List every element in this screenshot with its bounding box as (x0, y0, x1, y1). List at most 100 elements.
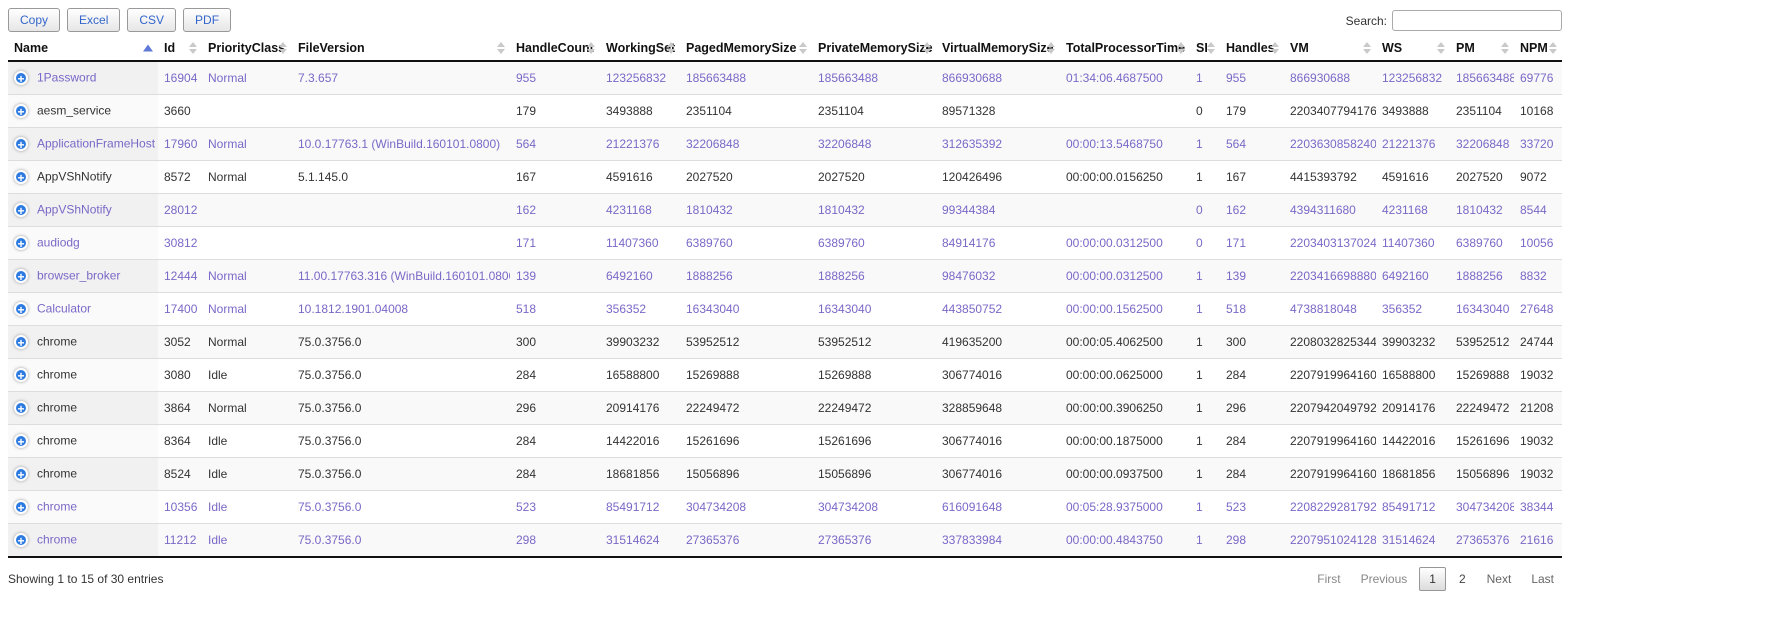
cell-privatememorysize: 22249472 (812, 392, 936, 425)
page-button-2[interactable]: 2 (1450, 568, 1475, 590)
csv-button[interactable]: CSV (127, 8, 176, 32)
column-header-workingset[interactable]: WorkingSet (600, 36, 680, 61)
column-header-si[interactable]: SI (1190, 36, 1220, 61)
entries-info: Showing 1 to 15 of 30 entries (8, 572, 163, 586)
column-header-label: PrivateMemorySize (818, 41, 933, 55)
table-row: +chrome8524Idle75.0.3756.028418681856150… (8, 458, 1562, 491)
cell-id: 28012 (158, 194, 202, 227)
column-header-handles[interactable]: Handles (1220, 36, 1284, 61)
expand-row-icon[interactable]: + (14, 302, 28, 316)
process-name: aesm_service (37, 104, 111, 118)
copy-button[interactable]: Copy (8, 8, 60, 32)
cell-name: + chrome (8, 458, 158, 491)
sort-both-icon (799, 42, 807, 54)
page-button-1[interactable]: 1 (1419, 567, 1446, 591)
expand-row-icon[interactable]: + (14, 401, 28, 415)
table-body: +1Password16904Normal7.3.657955123256832… (8, 61, 1562, 557)
sort-both-icon (1207, 42, 1215, 54)
process-name: chrome (37, 467, 77, 481)
export-buttons: Copy Excel CSV PDF (8, 8, 231, 32)
pdf-button[interactable]: PDF (183, 8, 231, 32)
column-header-vm[interactable]: VM (1284, 36, 1376, 61)
cell-handles: 284 (1220, 425, 1284, 458)
cell-workingset: 16588800 (600, 359, 680, 392)
column-header-name[interactable]: Name (8, 36, 158, 61)
cell-vm: 2207919964160 (1284, 458, 1376, 491)
first-page-button[interactable]: First (1309, 568, 1348, 590)
expand-row-icon[interactable]: + (14, 137, 28, 151)
cell-si: 1 (1190, 293, 1220, 326)
cell-fileversion: 11.00.17763.316 (WinBuild.160101.0800) (292, 260, 510, 293)
cell-pm: 6389760 (1450, 227, 1514, 260)
cell-virtualmemorysize: 120426496 (936, 161, 1060, 194)
cell-workingset: 356352 (600, 293, 680, 326)
previous-page-button[interactable]: Previous (1353, 568, 1416, 590)
cell-pagedmemorysize: 185663488 (680, 61, 812, 95)
cell-priorityclass: Normal (202, 128, 292, 161)
cell-virtualmemorysize: 306774016 (936, 458, 1060, 491)
expand-row-icon[interactable]: + (14, 434, 28, 448)
expand-row-icon[interactable]: + (14, 467, 28, 481)
cell-privatememorysize: 32206848 (812, 128, 936, 161)
column-header-pm[interactable]: PM (1450, 36, 1514, 61)
column-header-pagedmemorysize[interactable]: PagedMemorySize (680, 36, 812, 61)
table-footer: Showing 1 to 15 of 30 entries First Prev… (8, 558, 1562, 591)
next-page-button[interactable]: Next (1479, 568, 1520, 590)
table-row: +ApplicationFrameHost17960Normal10.0.177… (8, 128, 1562, 161)
excel-button[interactable]: Excel (67, 8, 120, 32)
cell-si: 1 (1190, 359, 1220, 392)
cell-totalprocessortime: 00:00:00.0312500 (1060, 227, 1190, 260)
cell-pm: 15261696 (1450, 425, 1514, 458)
column-header-label: VirtualMemorySize (942, 41, 1054, 55)
cell-privatememorysize: 1888256 (812, 260, 936, 293)
expand-row-icon[interactable]: + (14, 368, 28, 382)
cell-priorityclass: Idle (202, 491, 292, 524)
column-header-npm[interactable]: NPM (1514, 36, 1562, 61)
search-input[interactable] (1392, 10, 1562, 31)
cell-fileversion: 10.0.17763.1 (WinBuild.160101.0800) (292, 128, 510, 161)
expand-row-icon[interactable]: + (14, 236, 28, 250)
cell-vm: 2207951024128 (1284, 524, 1376, 558)
table-row: +Calculator17400Normal10.1812.1901.04008… (8, 293, 1562, 326)
cell-totalprocessortime: 00:00:00.0625000 (1060, 359, 1190, 392)
table-row: +chrome10356Idle75.0.3756.05238549171230… (8, 491, 1562, 524)
cell-name: +chrome (8, 392, 158, 425)
sort-ascending-icon (143, 45, 153, 52)
cell-name: +chrome (8, 524, 158, 558)
cell-si: 1 (1190, 326, 1220, 359)
cell-pagedmemorysize: 2027520 (680, 161, 812, 194)
cell-vm: 4738818048 (1284, 293, 1376, 326)
search-label: Search: (1346, 14, 1387, 28)
table-row: +audiodg30812171114073606389760638976084… (8, 227, 1562, 260)
cell-totalprocessortime: 00:00:00.1562500 (1060, 293, 1190, 326)
last-page-button[interactable]: Last (1523, 568, 1562, 590)
cell-name: +AppVShNotify (8, 194, 158, 227)
cell-fileversion: 7.3.657 (292, 61, 510, 95)
column-header-handlecount[interactable]: HandleCount (510, 36, 600, 61)
column-header-fileversion[interactable]: FileVersion (292, 36, 510, 61)
cell-handlecount: 518 (510, 293, 600, 326)
cell-pagedmemorysize: 304734208 (680, 491, 812, 524)
cell-pm: 1810432 (1450, 194, 1514, 227)
expand-row-icon[interactable]: + (14, 269, 28, 283)
cell-pm: 15269888 (1450, 359, 1514, 392)
expand-row-icon[interactable]: + (14, 500, 28, 514)
expand-row-icon[interactable]: + (14, 533, 28, 547)
expand-row-icon[interactable]: + (14, 71, 28, 85)
cell-priorityclass: Normal (202, 293, 292, 326)
cell-priorityclass: Idle (202, 524, 292, 558)
expand-row-icon[interactable]: + (14, 335, 28, 349)
cell-priorityclass: Normal (202, 161, 292, 194)
column-header-id[interactable]: Id (158, 36, 202, 61)
column-header-virtualmemorysize[interactable]: VirtualMemorySize (936, 36, 1060, 61)
cell-fileversion: 75.0.3756.0 (292, 392, 510, 425)
expand-row-icon[interactable]: + (14, 104, 28, 118)
cell-totalprocessortime: 00:00:00.0937500 (1060, 458, 1190, 491)
column-header-totalprocessortime[interactable]: TotalProcessorTime (1060, 36, 1190, 61)
column-header-privatememorysize[interactable]: PrivateMemorySize (812, 36, 936, 61)
expand-row-icon[interactable]: + (14, 203, 28, 217)
column-header-ws[interactable]: WS (1376, 36, 1450, 61)
cell-si: 1 (1190, 392, 1220, 425)
column-header-priorityclass[interactable]: PriorityClass (202, 36, 292, 61)
expand-row-icon[interactable]: + (14, 170, 28, 184)
